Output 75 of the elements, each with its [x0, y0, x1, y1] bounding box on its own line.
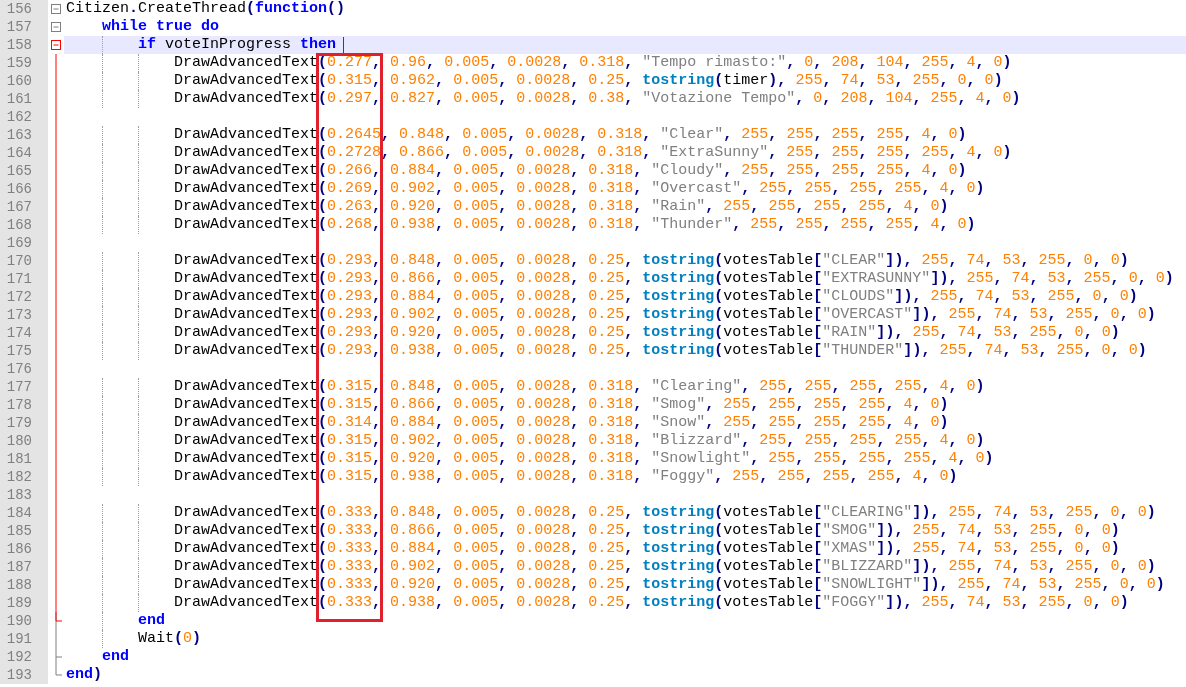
collapse-icon[interactable]	[51, 40, 61, 50]
code-line: end	[101, 648, 129, 666]
line-number: 178	[0, 396, 48, 414]
line-number: 181	[0, 450, 48, 468]
line-number: 165	[0, 162, 48, 180]
line-number: 175	[0, 342, 48, 360]
line-number: 193	[0, 666, 48, 684]
code-line: DrawAdvancedText(0.297, 0.827, 0.005, 0.0028, 0.38, "Votazione Tempo", 0, 208, 104, 255, 4, 0)	[66, 90, 1021, 108]
code-line: DrawAdvancedText(0.333, 0.866, 0.005, 0.0028, 0.25, tostring(votesTable["SMOG"]), 255, 74, 53, 255, 0, 0)	[66, 522, 1120, 540]
code-line: DrawAdvancedText(0.293, 0.866, 0.005, 0.0028, 0.25, tostring(votesTable["EXTRASUNNY"]), 255, 74, 53, 255, 0, 0)	[66, 270, 1174, 288]
code-line: DrawAdvancedText(0.2728, 0.866, 0.005, 0.0028, 0.318, "ExtraSunny", 255, 255, 255, 255, 4, 0)	[66, 144, 1012, 162]
line-number: 170	[0, 252, 48, 270]
line-number: 156	[0, 0, 48, 18]
line-number: 162	[0, 108, 48, 126]
code-line: DrawAdvancedText(0.269, 0.902, 0.005, 0.0028, 0.318, "Overcast", 255, 255, 255, 255, 4, 0)	[66, 180, 985, 198]
line-number: 160	[0, 72, 48, 90]
code-line: DrawAdvancedText(0.314, 0.884, 0.005, 0.0028, 0.318, "Snow", 255, 255, 255, 255, 4, 0)	[66, 414, 949, 432]
code-line: Wait(0)	[66, 630, 202, 648]
code-line: DrawAdvancedText(0.293, 0.938, 0.005, 0.0028, 0.25, tostring(votesTable["THUNDER"]), 255, 74, 53, 255, 0, 0)	[66, 342, 1147, 360]
line-number: 183	[0, 486, 48, 504]
line-number: 171	[0, 270, 48, 288]
line-number: 158	[0, 36, 48, 54]
line-number: 192	[0, 648, 48, 666]
code-line: DrawAdvancedText(0.333, 0.902, 0.005, 0.0028, 0.25, tostring(votesTable["BLIZZARD"]), 255, 74, 53, 255, 0, 0)	[66, 558, 1156, 576]
line-number: 180	[0, 432, 48, 450]
line-number: 166	[0, 180, 48, 198]
code-line: if voteInProgress then	[66, 36, 337, 54]
code-line: DrawAdvancedText(0.268, 0.938, 0.005, 0.0028, 0.318, "Thunder", 255, 255, 255, 255, 4, 0)	[66, 216, 976, 234]
line-number: 168	[0, 216, 48, 234]
line-number: 187	[0, 558, 48, 576]
code-line: DrawAdvancedText(0.315, 0.866, 0.005, 0.0028, 0.318, "Smog", 255, 255, 255, 255, 4, 0)	[66, 396, 949, 414]
code-line: DrawAdvancedText(0.333, 0.848, 0.005, 0.0028, 0.25, tostring(votesTable["CLEARING"]), 255, 74, 53, 255, 0, 0)	[66, 504, 1156, 522]
line-number: 179	[0, 414, 48, 432]
collapse-icon[interactable]	[51, 4, 61, 14]
line-number: 167	[0, 198, 48, 216]
code-line: DrawAdvancedText(0.266, 0.884, 0.005, 0.0028, 0.318, "Cloudy", 255, 255, 255, 255, 4, 0)	[66, 162, 967, 180]
code-line: DrawAdvancedText(0.315, 0.920, 0.005, 0.0028, 0.318, "Snowlight", 255, 255, 255, 255, 4, 0)	[66, 450, 994, 468]
code-line: end)	[66, 666, 103, 684]
code-line: while true do	[101, 18, 220, 36]
code-line: DrawAdvancedText(0.315, 0.848, 0.005, 0.0028, 0.318, "Clearing", 255, 255, 255, 255, 4, 0)	[66, 378, 985, 396]
code-line: DrawAdvancedText(0.293, 0.920, 0.005, 0.0028, 0.25, tostring(votesTable["RAIN"]), 255, 74, 53, 255, 0, 0)	[66, 324, 1120, 342]
code-line: DrawAdvancedText(0.2645, 0.848, 0.005, 0.0028, 0.318, "Clear", 255, 255, 255, 255, 4, 0)	[66, 126, 967, 144]
code-line: Citizen.CreateThread(function()	[66, 0, 346, 18]
line-number: 182	[0, 468, 48, 486]
code-line: DrawAdvancedText(0.315, 0.902, 0.005, 0.0028, 0.318, "Blizzard", 255, 255, 255, 255, 4, 0)	[66, 432, 985, 450]
line-number: 176	[0, 360, 48, 378]
line-number: 159	[0, 54, 48, 72]
code-line: DrawAdvancedText(0.263, 0.920, 0.005, 0.0028, 0.318, "Rain", 255, 255, 255, 255, 4, 0)	[66, 198, 949, 216]
code-line: DrawAdvancedText(0.315, 0.938, 0.005, 0.0028, 0.318, "Foggy", 255, 255, 255, 255, 4, 0)	[66, 468, 958, 486]
line-number: 189	[0, 594, 48, 612]
line-number: 172	[0, 288, 48, 306]
line-number: 174	[0, 324, 48, 342]
line-number: 177	[0, 378, 48, 396]
line-number: 173	[0, 306, 48, 324]
line-number: 191	[0, 630, 48, 648]
line-number: 164	[0, 144, 48, 162]
code-line: end	[66, 612, 165, 630]
line-number: 185	[0, 522, 48, 540]
line-number: 190	[0, 612, 48, 630]
code-line: DrawAdvancedText(0.293, 0.884, 0.005, 0.0028, 0.25, tostring(votesTable["CLOUDS"]), 255, 74, 53, 255, 0, 0)	[66, 288, 1138, 306]
text-cursor	[343, 37, 345, 53]
line-number: 169	[0, 234, 48, 252]
line-number: 161	[0, 90, 48, 108]
collapse-icon[interactable]	[51, 22, 61, 32]
code-line: DrawAdvancedText(0.333, 0.938, 0.005, 0.0028, 0.25, tostring(votesTable["FOGGY"]), 255, 74, 53, 255, 0, 0)	[66, 594, 1129, 612]
line-number: 186	[0, 540, 48, 558]
code-line: DrawAdvancedText(0.315, 0.962, 0.005, 0.0028, 0.25, tostring(timer), 255, 74, 53, 255, 0, 0)	[66, 72, 1003, 90]
code-line: DrawAdvancedText(0.293, 0.902, 0.005, 0.0028, 0.25, tostring(votesTable["OVERCAST"]), 255, 74, 53, 255, 0, 0)	[66, 306, 1156, 324]
line-number: 184	[0, 504, 48, 522]
code-line: DrawAdvancedText(0.293, 0.848, 0.005, 0.0028, 0.25, tostring(votesTable["CLEAR"]), 255, 74, 53, 255, 0, 0)	[66, 252, 1129, 270]
code-line: DrawAdvancedText(0.333, 0.920, 0.005, 0.0028, 0.25, tostring(votesTable["SNOWLIGHT"]), 255, 74, 53, 255, 0, 0)	[66, 576, 1165, 594]
code-line: DrawAdvancedText(0.333, 0.884, 0.005, 0.0028, 0.25, tostring(votesTable["XMAS"]), 255, 74, 53, 255, 0, 0)	[66, 540, 1120, 558]
line-number: 163	[0, 126, 48, 144]
line-number: 188	[0, 576, 48, 594]
line-number: 157	[0, 18, 48, 36]
